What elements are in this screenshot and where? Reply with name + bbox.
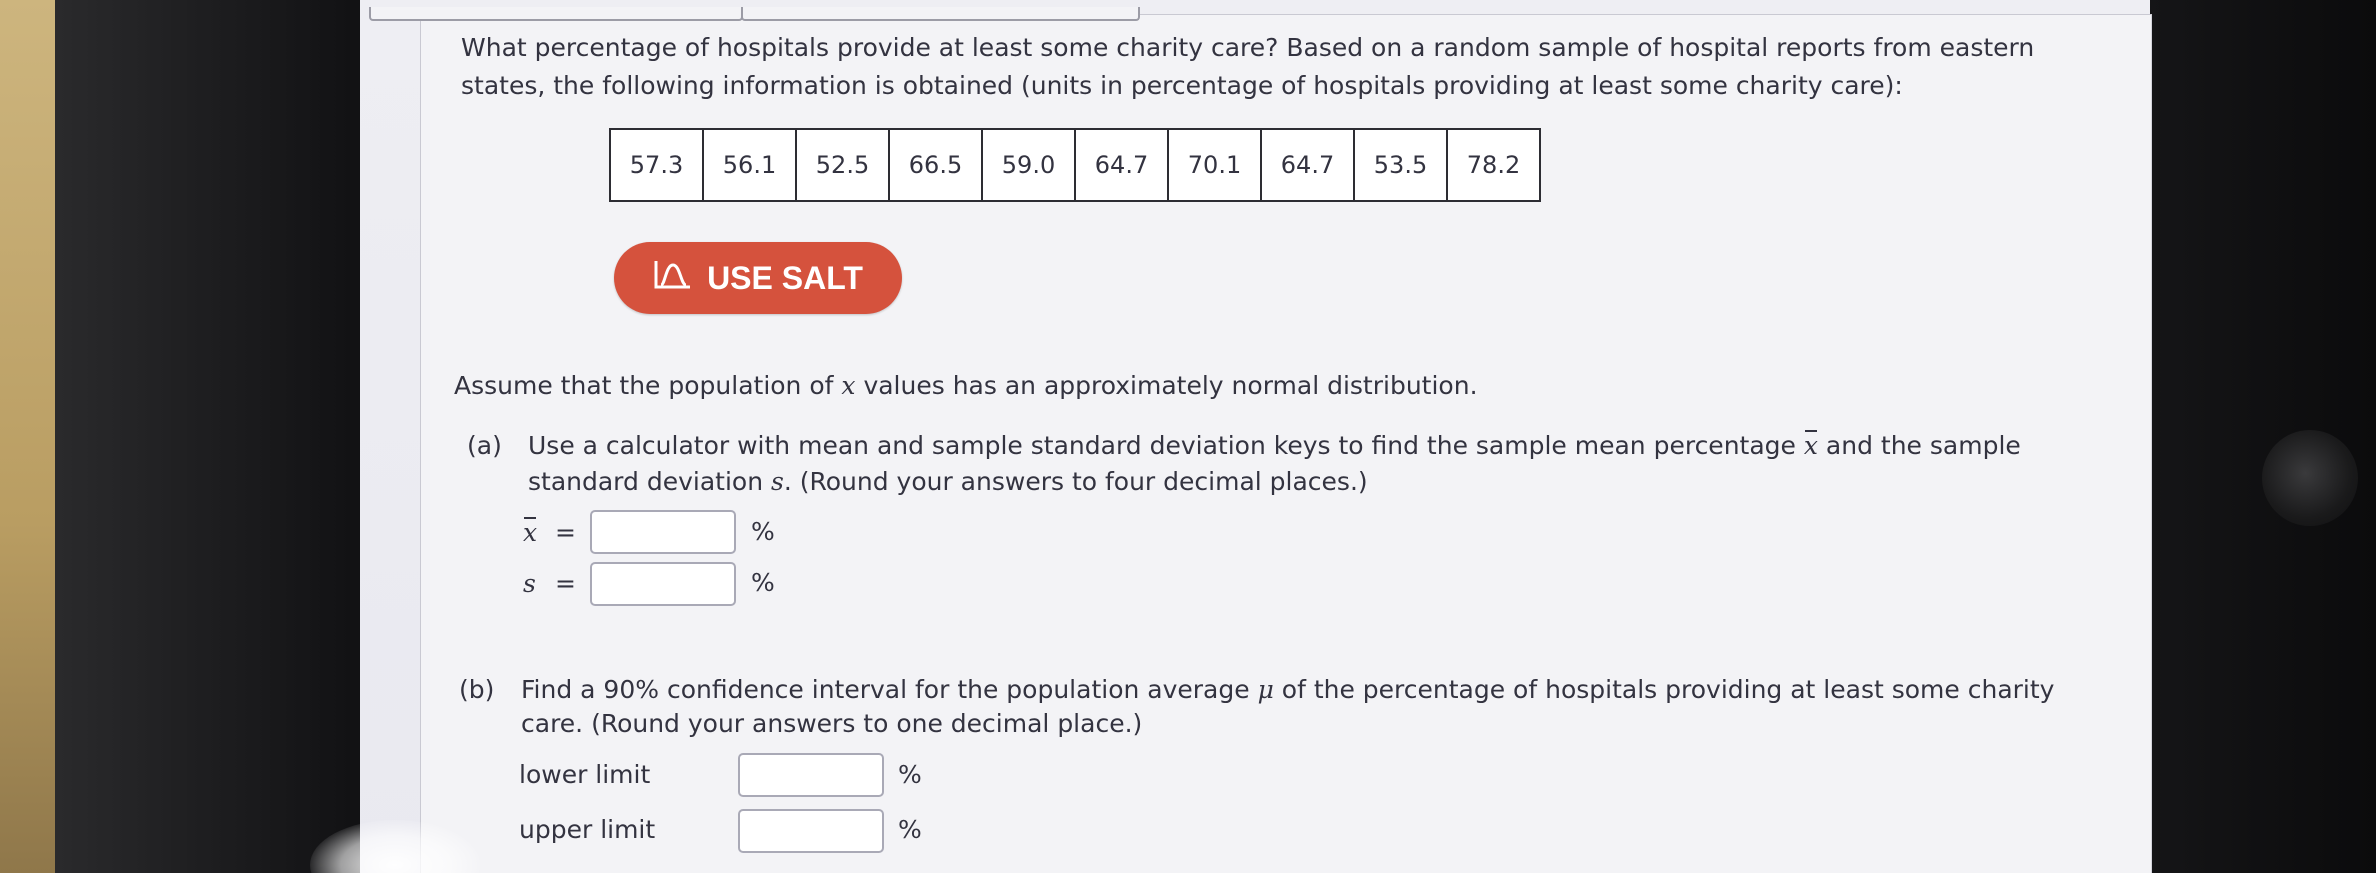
sd-equals: = [555,569,576,598]
upper-limit-input[interactable] [738,809,884,853]
part-b-question-line1: Find a 90% confidence interval for the p… [521,675,2055,704]
mean-equals: = [555,518,576,547]
sample-mean-input[interactable] [590,510,736,554]
top-tab-left [369,7,743,21]
part-a-label: (a) [467,431,502,460]
question-intro-line1: What percentage of hospitals provide at … [461,33,2035,62]
data-cell: 53.5 [1353,128,1448,202]
data-cell: 52.5 [795,128,890,202]
data-cell: 59.0 [981,128,1076,202]
sample-sd-input[interactable] [590,562,736,606]
upper-limit-label: upper limit [519,815,656,844]
camera-icon [2262,430,2358,526]
top-tab-right [741,7,1140,21]
part-b-question-line2: care. (Round your answers to one decimal… [521,709,1143,738]
use-salt-button[interactable]: USE SALT [614,242,902,314]
data-cell: 66.5 [888,128,983,202]
sd-unit: % [751,568,775,597]
part-b-label: (b) [459,675,495,704]
monitor-bezel-right [2150,0,2376,873]
data-cell: 64.7 [1260,128,1355,202]
part-a-question-line2: standard deviation s. (Round your answer… [528,467,1368,496]
lower-limit-input[interactable] [738,753,884,797]
data-cell: 64.7 [1074,128,1169,202]
data-cell: 56.1 [702,128,797,202]
lower-limit-unit: % [898,760,922,789]
part-a-question-line1: Use a calculator with mean and sample st… [528,428,2021,464]
mean-symbol: x [523,515,537,551]
mean-unit: % [751,517,775,546]
sd-symbol: s [523,569,536,598]
upper-limit-unit: % [898,815,922,844]
table-row: 57.3 56.1 52.5 66.5 59.0 64.7 70.1 64.7 … [609,128,1541,202]
monitor-bezel-left [55,0,365,873]
data-cell: 70.1 [1167,128,1262,202]
question-intro-line2: states, the following information is obt… [461,71,1903,100]
salt-icon [653,257,693,299]
data-cell: 78.2 [1446,128,1541,202]
data-table: 57.3 56.1 52.5 66.5 59.0 64.7 70.1 64.7 … [609,128,1541,202]
assumption-text: Assume that the population of x values h… [454,371,1478,400]
use-salt-label: USE SALT [707,259,863,296]
lower-limit-label: lower limit [519,760,651,789]
data-cell: 57.3 [609,128,704,202]
